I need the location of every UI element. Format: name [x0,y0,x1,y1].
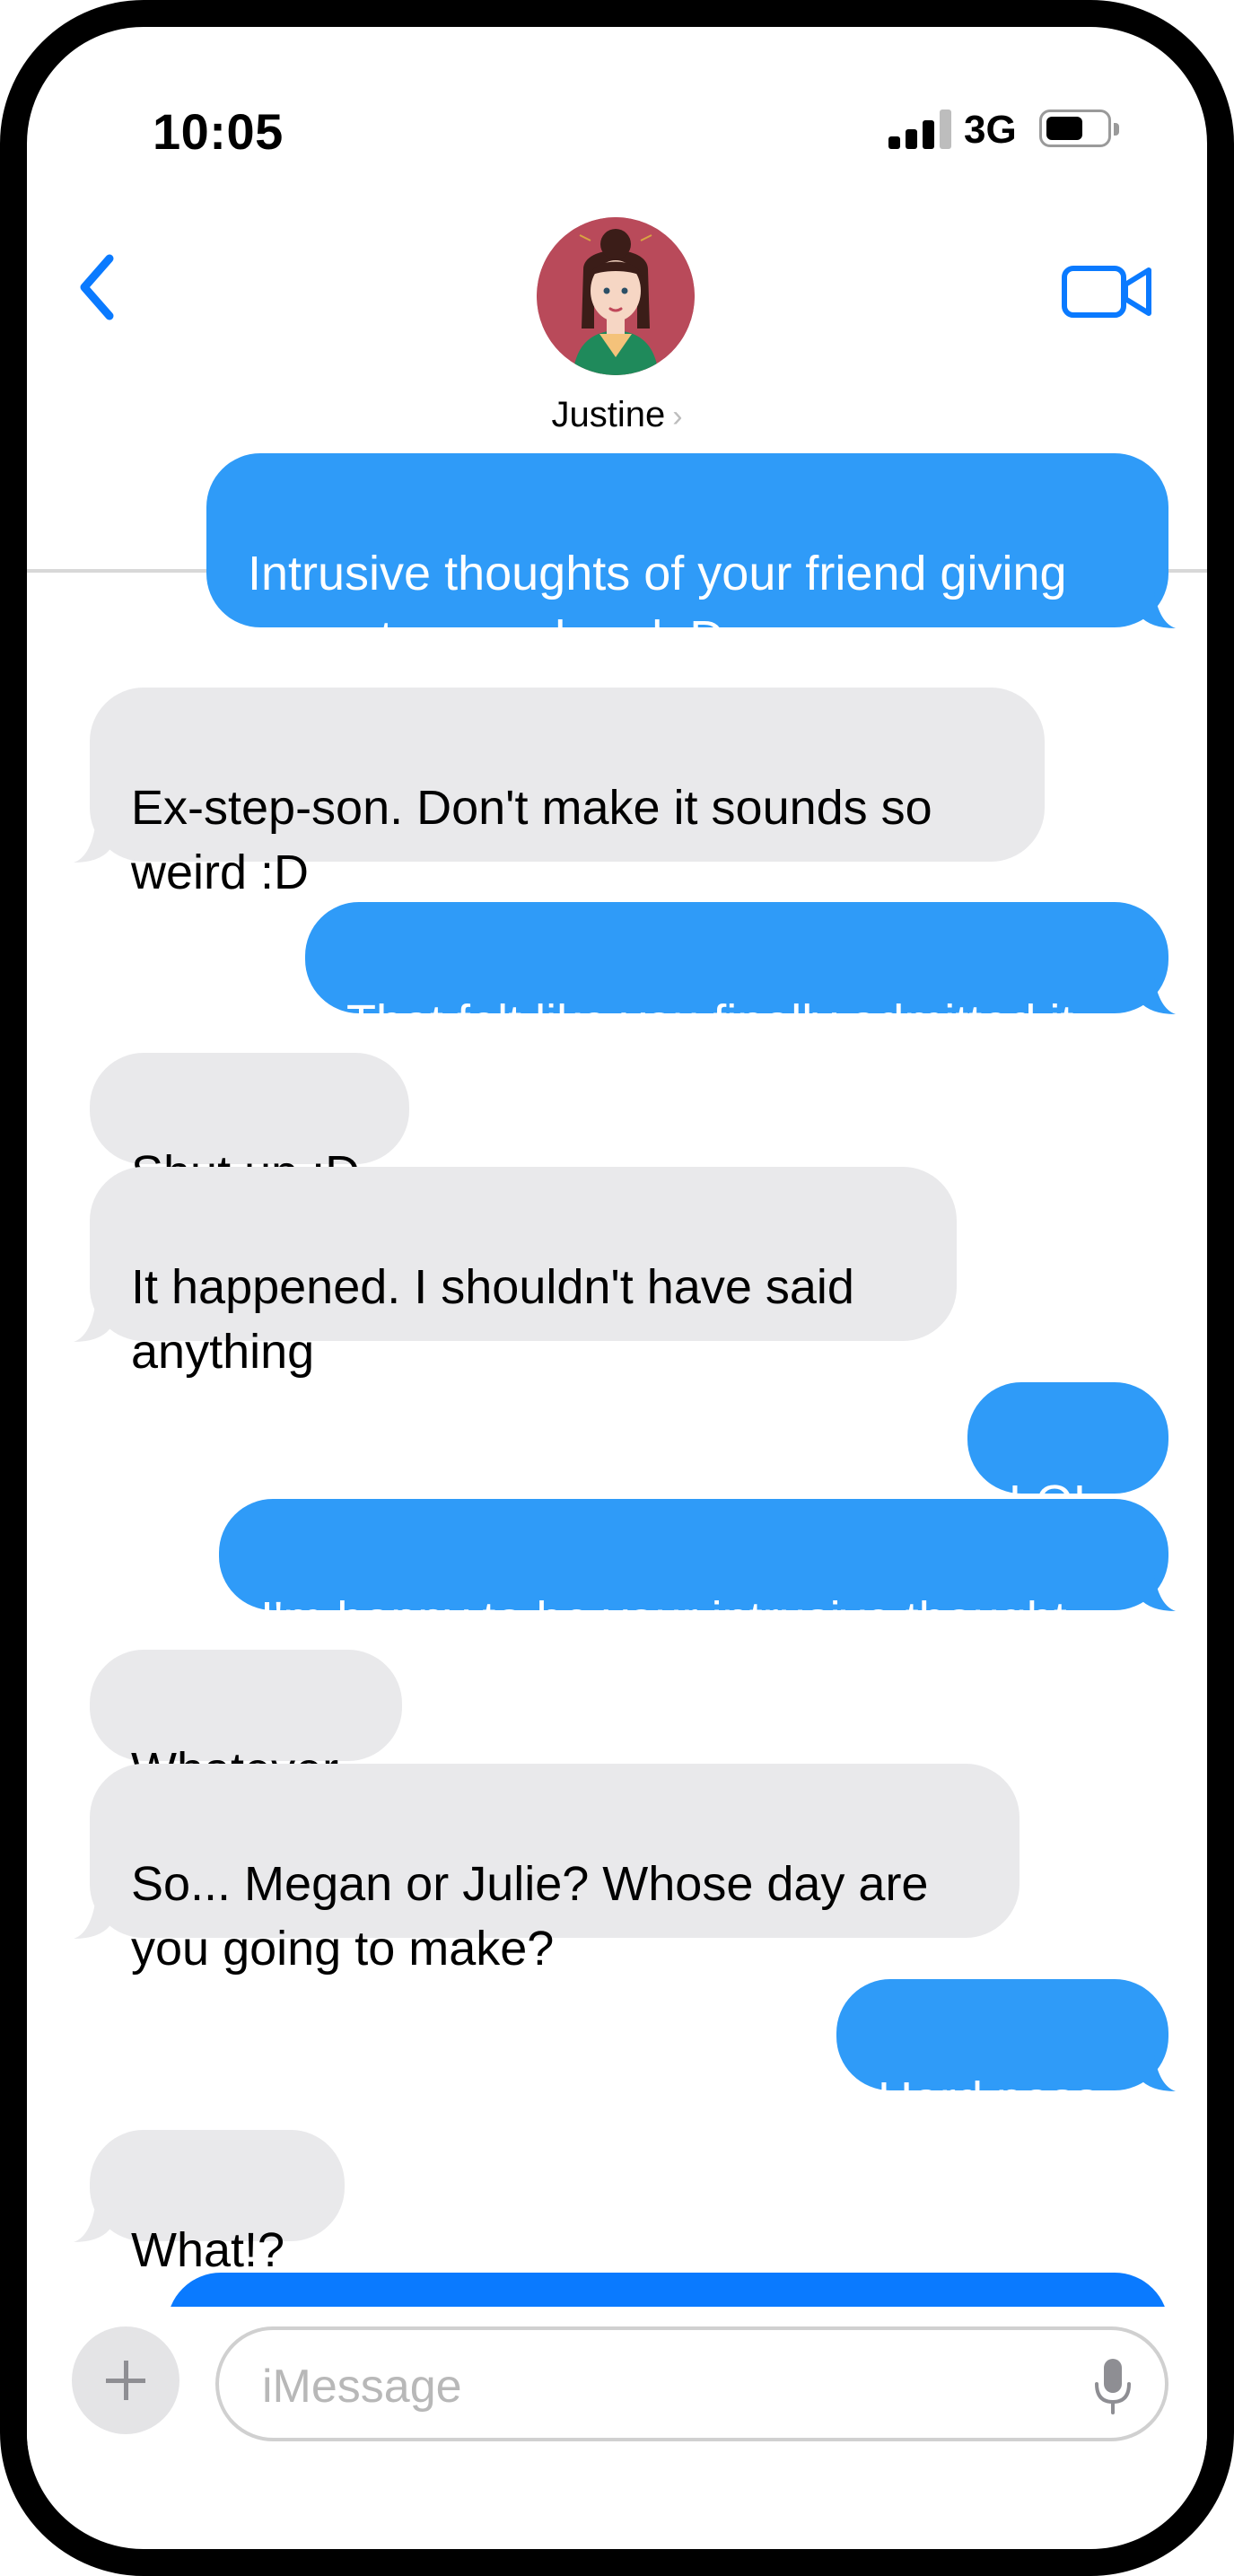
bubble-tail [74,827,109,863]
bubble-tail [1140,1575,1176,1611]
message-thread[interactable]: Intrusive thoughts of your friend giving… [27,431,1207,2307]
contact-avatar[interactable] [537,217,695,375]
message-bubble-sent[interactable]: Intrusive thoughts of your friend giving… [206,453,1168,665]
video-call-button[interactable] [1059,256,1158,328]
bubble-tail [74,1903,109,1939]
contact-name-button[interactable]: Justine › [27,395,1207,435]
message-input[interactable] [260,2357,1054,2416]
bubble-tail [1140,2055,1176,2091]
message-bubble-received[interactable]: It happened. I shouldn't have said anyth… [90,1167,957,1379]
message-text: Hard pass [878,2072,1099,2126]
bubble-tail [74,2206,109,2242]
status-bar: 10:05 3G [27,27,1207,171]
conversation-header: Justine › [27,171,1207,573]
message-text: Intrusive thoughts of your friend giving… [248,547,1067,665]
network-type: 3G [964,108,1017,152]
contact-name: Justine [551,395,666,434]
phone-frame: 10:05 3G Justine › Intrusive thoughts of… [0,0,1234,2576]
microphone-icon[interactable] [1093,2357,1133,2416]
message-bubble-sent[interactable]: I'm happy to be your intrusive thought [219,1499,1168,1646]
message-input-container[interactable] [215,2326,1168,2441]
chevron-left-icon [80,254,114,320]
message-text: What!? [131,2223,285,2277]
message-text: So... Megan or Julie? Whose day are you … [131,1857,929,1976]
message-bubble-sent[interactable]: That felt like you finally admitted it [305,902,1168,1049]
message-bubble-received[interactable]: Whatever [90,1650,402,1797]
bubble-tail [1140,592,1176,628]
battery-icon [1039,110,1119,147]
apps-button[interactable] [72,2326,179,2434]
bubble-tail [74,1306,109,1342]
message-text: I'm happy to be your intrusive thought [260,1592,1067,1646]
input-bar [27,2307,1207,2450]
message-bubble-received[interactable]: What!? [90,2130,345,2277]
message-bubble-received[interactable]: Ex-step-son. Don't make it sounds so wei… [90,688,1045,899]
message-text: That felt like you finally admitted it [346,995,1074,1049]
message-bubble-sent[interactable]: LOL [967,1382,1168,1529]
avatar-illustration [537,217,695,375]
message-bubble-received[interactable]: Shut up :D [90,1053,409,1200]
video-camera-icon [1062,266,1151,318]
status-time: 10:05 [153,103,284,160]
message-text: It happened. I shouldn't have said anyth… [131,1260,854,1379]
message-bubble-received[interactable]: So... Megan or Julie? Whose day are you … [90,1764,1020,1976]
chevron-right-icon: › [672,399,683,434]
message-bubble-sent[interactable] [167,2273,1168,2307]
signal-strength-icon [888,110,951,149]
back-button[interactable] [63,242,135,332]
message-text: Ex-step-son. Don't make it sounds so wei… [131,781,932,899]
message-bubble-sent[interactable]: Hard pass [836,1979,1168,2126]
bubble-tail [1140,978,1176,1014]
